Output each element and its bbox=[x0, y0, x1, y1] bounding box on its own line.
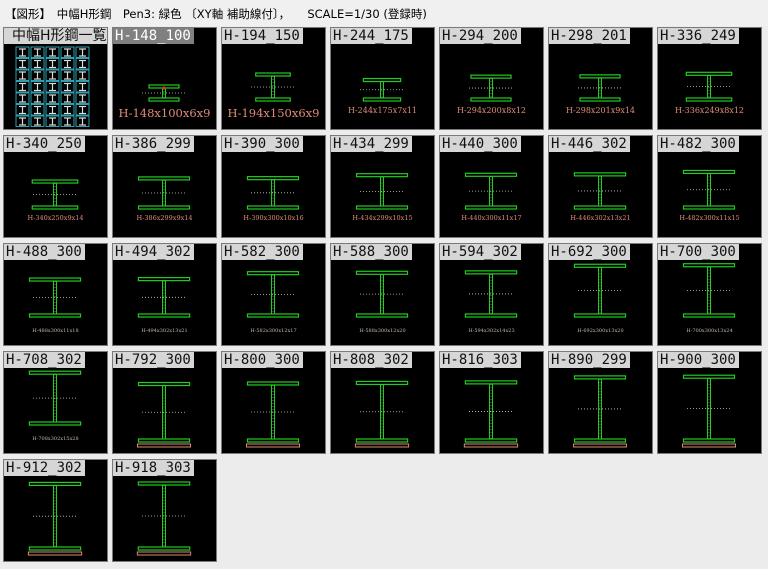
tile-label: H-918_303 bbox=[113, 460, 194, 476]
section-dimensions: H-390x300x10x16 bbox=[243, 214, 304, 222]
shape-tile[interactable]: H-890_299 bbox=[548, 351, 653, 454]
section-dimensions: H-692x300x13x20 bbox=[577, 328, 624, 334]
tile-label: H-446_302 bbox=[549, 136, 630, 152]
shape-tile[interactable]: H-918_303 bbox=[112, 459, 217, 562]
shape-tile[interactable]: H-488_300 H-488x300x11x18 bbox=[3, 243, 108, 346]
tile-label: H-594_302 bbox=[440, 244, 521, 260]
shape-tile[interactable]: H-340_250 H-340x250x9x14 bbox=[3, 135, 108, 238]
shape-tile[interactable]: H-244_175 H-244x175x7x11 bbox=[330, 27, 435, 130]
shape-tile[interactable]: H-708_302 H-708x302x15x28 bbox=[3, 351, 108, 454]
tile-label: H-386_299 bbox=[113, 136, 194, 152]
section-dimensions: H-488x300x11x18 bbox=[32, 328, 79, 334]
tile-label: H-482_300 bbox=[658, 136, 739, 152]
tile-label: H-494_302 bbox=[113, 244, 194, 260]
shape-tile[interactable]: H-900_300 bbox=[657, 351, 762, 454]
shape-tile[interactable]: H-792_300 bbox=[112, 351, 217, 454]
shape-tile[interactable]: H-816_303 bbox=[439, 351, 544, 454]
section-dimensions: H-340x250x9x14 bbox=[27, 214, 84, 222]
section-dimensions: H-594x302x14x23 bbox=[468, 328, 515, 334]
section-dimensions: H-582x300x12x17 bbox=[250, 328, 297, 334]
section-dimensions: H-244x175x7x11 bbox=[347, 106, 418, 115]
shape-tile[interactable]: 中幅H形鋼一覧 bbox=[3, 27, 108, 130]
section-dimensions: H-148x100x6x9 bbox=[118, 106, 211, 120]
shape-tile[interactable]: H-294_200 H-294x200x8x12 bbox=[439, 27, 544, 130]
shape-tile[interactable]: H-800_300 bbox=[221, 351, 326, 454]
title-bar: 【図形】 中幅H形鋼 Pen3: 緑色 〔XY軸 補助線付〕， SCALE=1/… bbox=[0, 0, 768, 26]
shape-tile[interactable]: H-808_302 bbox=[330, 351, 435, 454]
shape-tile[interactable]: H-386_299 H-386x299x9x14 bbox=[112, 135, 217, 238]
section-dimensions: H-494x302x13x21 bbox=[141, 328, 188, 334]
shape-tile[interactable]: H-700_300 H-700x300x13x24 bbox=[657, 243, 762, 346]
tile-label: H-708_302 bbox=[4, 352, 85, 368]
tile-label: H-440_300 bbox=[440, 136, 521, 152]
tile-label: H-816_303 bbox=[440, 352, 521, 368]
section-dimensions: H-336x249x8x12 bbox=[674, 106, 745, 115]
tile-label: H-792_300 bbox=[113, 352, 194, 368]
shape-tile[interactable]: H-440_300 H-440x300x11x17 bbox=[439, 135, 544, 238]
tile-label: H-692_300 bbox=[549, 244, 630, 260]
header-text: 【図形】 中幅H形鋼 Pen3: 緑色 〔XY軸 補助線付〕， SCALE=1/… bbox=[5, 7, 427, 21]
section-dimensions: H-588x300x12x20 bbox=[359, 328, 406, 334]
tile-label: H-588_300 bbox=[331, 244, 412, 260]
shape-tile[interactable]: H-482_300 H-482x300x11x15 bbox=[657, 135, 762, 238]
shape-tile[interactable]: H-194_150 H-194x150x6x9 bbox=[221, 27, 326, 130]
tile-label: H-294_200 bbox=[440, 28, 521, 44]
shape-tile[interactable]: H-594_302 H-594x302x14x23 bbox=[439, 243, 544, 346]
tile-label: H-390_300 bbox=[222, 136, 303, 152]
tile-label: H-890_299 bbox=[549, 352, 630, 368]
tile-label: H-700_300 bbox=[658, 244, 739, 260]
section-dimensions: H-194x150x6x9 bbox=[227, 106, 320, 120]
shape-tile[interactable]: H-446_302 H-446x302x13x21 bbox=[548, 135, 653, 238]
tile-label: H-808_302 bbox=[331, 352, 412, 368]
shape-tile[interactable]: H-148_100 H-148x100x6x9 bbox=[112, 27, 217, 130]
tile-label: H-340_250 bbox=[4, 136, 85, 152]
tile-label: 中幅H形鋼一覧 bbox=[4, 28, 107, 44]
tile-label: H-912_302 bbox=[4, 460, 85, 476]
section-dimensions: H-482x300x11x15 bbox=[679, 214, 740, 222]
shape-tile[interactable]: H-588_300 H-588x300x12x20 bbox=[330, 243, 435, 346]
section-dimensions: H-386x299x9x14 bbox=[136, 214, 193, 222]
tile-label: H-298_201 bbox=[549, 28, 630, 44]
shape-tile[interactable]: H-390_300 H-390x300x10x16 bbox=[221, 135, 326, 238]
shape-tile[interactable]: H-912_302 bbox=[3, 459, 108, 562]
shape-tile[interactable]: H-336_249 H-336x249x8x12 bbox=[657, 27, 762, 130]
shape-tile[interactable]: H-692_300 H-692x300x13x20 bbox=[548, 243, 653, 346]
tile-label: H-582_300 bbox=[222, 244, 303, 260]
shape-tile[interactable]: H-494_302 H-494x302x13x21 bbox=[112, 243, 217, 346]
shape-grid: 中幅H形鋼一覧 H-148_100 H-148x100x6x9 H-194_150 H-… bbox=[0, 26, 768, 569]
section-dimensions: H-434x299x10x15 bbox=[352, 214, 413, 222]
tile-label: H-244_175 bbox=[331, 28, 412, 44]
tile-label: H-148_100 bbox=[113, 28, 194, 44]
section-dimensions: H-440x300x11x17 bbox=[461, 214, 522, 222]
tile-label: H-194_150 bbox=[222, 28, 303, 44]
shape-tile[interactable]: H-434_299 H-434x299x10x15 bbox=[330, 135, 435, 238]
shape-tile[interactable]: H-298_201 H-298x201x9x14 bbox=[548, 27, 653, 130]
shape-tile[interactable]: H-582_300 H-582x300x12x17 bbox=[221, 243, 326, 346]
section-dimensions: H-298x201x9x14 bbox=[565, 106, 636, 115]
section-dimensions: H-708x302x15x28 bbox=[32, 436, 79, 442]
tile-label: H-336_249 bbox=[658, 28, 739, 44]
tile-label: H-900_300 bbox=[658, 352, 739, 368]
section-dimensions: H-446x302x13x21 bbox=[570, 214, 631, 222]
section-dimensions: H-294x200x8x12 bbox=[456, 106, 527, 115]
tile-label: H-488_300 bbox=[4, 244, 85, 260]
tile-label: H-800_300 bbox=[222, 352, 303, 368]
tile-label: H-434_299 bbox=[331, 136, 412, 152]
section-dimensions: H-700x300x13x24 bbox=[686, 328, 733, 334]
